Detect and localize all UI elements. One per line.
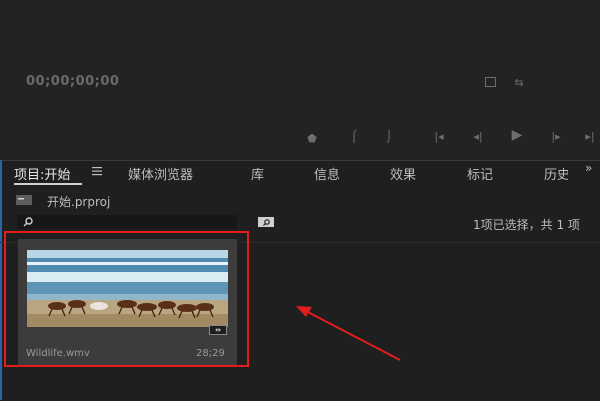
go-to-in-icon[interactable]: |◂ <box>431 131 447 143</box>
tab-media-browser[interactable]: 媒体浏览器 <box>128 164 193 183</box>
search-icon <box>23 217 33 227</box>
tab-history[interactable]: 历史 <box>544 164 568 183</box>
tab-markers[interactable]: 标记 <box>467 164 493 183</box>
marker-icon[interactable]: ⬟ <box>306 133 318 145</box>
mark-in-icon[interactable]: ⌠ <box>349 131 359 143</box>
project-folder-icon <box>16 195 32 205</box>
timecode-display[interactable]: 00;00;00;00 <box>26 74 119 89</box>
step-forward-icon[interactable]: |▸ <box>548 131 564 143</box>
highlight-box <box>4 231 249 367</box>
panel-focus-edge <box>0 160 2 400</box>
mark-out-icon[interactable]: ⌡ <box>384 131 394 143</box>
step-back-icon[interactable]: ◂| <box>470 131 486 143</box>
active-tab-underline <box>14 183 82 185</box>
go-to-out-icon[interactable]: ▸| <box>582 131 598 143</box>
tab-info[interactable]: 信息 <box>314 164 340 183</box>
drag-video-icon[interactable]: ⇆ <box>511 77 527 89</box>
search-input[interactable] <box>17 215 237 229</box>
new-search-bin-icon[interactable] <box>258 217 274 227</box>
export-frame-icon[interactable] <box>485 77 496 87</box>
play-icon[interactable]: ▶ <box>509 128 525 142</box>
more-panels-icon[interactable]: » <box>585 161 592 175</box>
selection-status: 1项已选择，共 1 项 <box>473 218 580 232</box>
panel-menu-icon[interactable] <box>92 166 102 176</box>
tab-libraries[interactable]: 库 <box>251 164 264 183</box>
tab-effects[interactable]: 效果 <box>390 164 416 183</box>
tab-project[interactable]: 项目:开始 <box>14 164 70 183</box>
annotation-arrow <box>296 306 401 361</box>
project-file-name: 开始.prproj <box>47 195 111 209</box>
